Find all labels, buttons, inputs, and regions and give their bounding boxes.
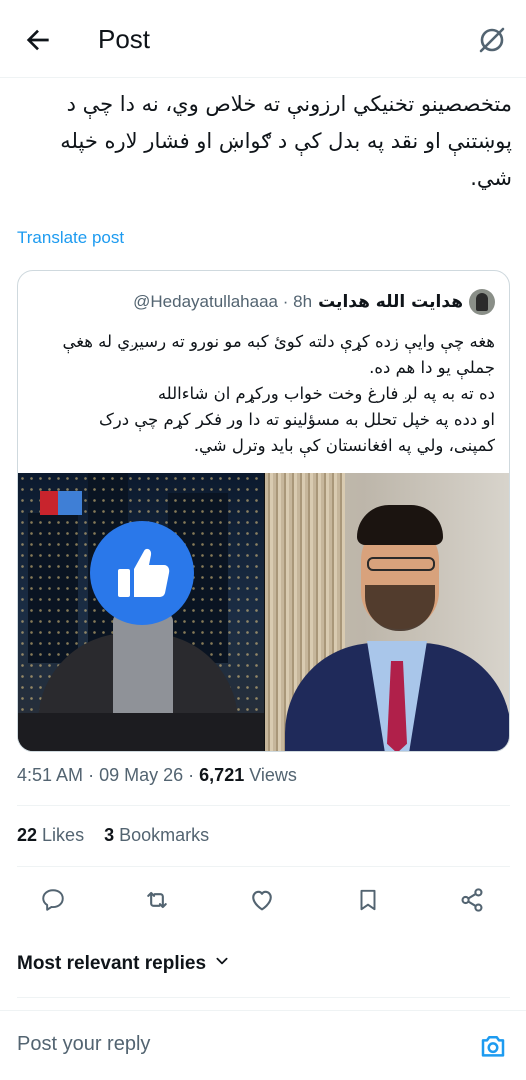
- thumbs-up-icon: [90, 521, 194, 625]
- quoted-text-line: او دده په خپل تحلل به مسؤلینو ته دا ور ف…: [98, 410, 495, 429]
- post-stats: 22 Likes 3 Bookmarks: [17, 825, 209, 846]
- quoted-text-line: جملې یو دا هم ده.: [369, 358, 495, 377]
- translate-post-link[interactable]: Translate post: [17, 228, 124, 248]
- reply-icon[interactable]: [37, 884, 69, 916]
- repost-icon[interactable]: [141, 884, 173, 916]
- quoted-post-card[interactable]: هدایت الله هدایت @Hedayatullahaaa · 8h ه…: [17, 270, 510, 752]
- bookmark-icon[interactable]: [352, 884, 384, 916]
- action-bar: [0, 878, 526, 922]
- video-panel-right: [265, 473, 509, 751]
- views-label: Views: [249, 765, 297, 785]
- divider: [17, 997, 510, 998]
- quoted-text-line: هغه چې وایې زده کړې دلته کوئ کبه مو نورو…: [62, 332, 495, 351]
- quoted-text-line: ده ته به په لږ فارغ وخت خواب ورکړم ان شا…: [157, 384, 495, 403]
- bookmarks-link[interactable]: 3 Bookmarks: [104, 825, 209, 845]
- post-meta: 4:51 AM · 09 May 26 · 6,721 Views: [17, 765, 297, 785]
- reply-input[interactable]: [17, 1033, 437, 1056]
- quoted-post-text: هغه چې وایې زده کړې دلته کوئ کبه مو نورو…: [30, 329, 495, 459]
- post-text: متخصصینو تخنیکي ارزونې ته خلاص وي، نه دا…: [60, 92, 512, 190]
- quoted-post-header: هدایت الله هدایت @Hedayatullahaaa · 8h: [133, 289, 495, 315]
- page-title: Post: [98, 24, 151, 54]
- quoted-author-handle: @Hedayatullahaaa · 8h: [133, 292, 313, 311]
- post-date: 09 May 26: [99, 765, 184, 785]
- divider: [17, 866, 510, 867]
- chevron-down-icon: [214, 953, 230, 975]
- camera-icon[interactable]: [478, 1031, 508, 1061]
- share-icon[interactable]: [456, 884, 488, 916]
- divider: [17, 805, 510, 806]
- top-bar: Post: [0, 0, 526, 78]
- video-thumbnail[interactable]: [18, 473, 509, 751]
- replies-sort-label: Most relevant replies: [17, 953, 207, 974]
- quoted-text-line: کمپنی، ولي په افغانستان کې باید وترل شي.: [193, 436, 495, 455]
- post-time: 4:51 AM: [17, 765, 84, 785]
- likes-link[interactable]: 22 Likes: [17, 825, 84, 845]
- avatar[interactable]: [469, 289, 495, 315]
- replies-sort-dropdown[interactable]: Most relevant replies: [17, 953, 230, 975]
- quoted-author-name[interactable]: هدایت الله هدایت: [318, 292, 463, 312]
- heart-icon[interactable]: [246, 884, 278, 916]
- video-panel-left: [18, 473, 264, 751]
- reply-composer-bar: [0, 1010, 526, 1080]
- back-arrow-icon[interactable]: [22, 24, 54, 56]
- grok-slash-icon[interactable]: [476, 24, 508, 56]
- views-count[interactable]: 6,721: [199, 765, 244, 785]
